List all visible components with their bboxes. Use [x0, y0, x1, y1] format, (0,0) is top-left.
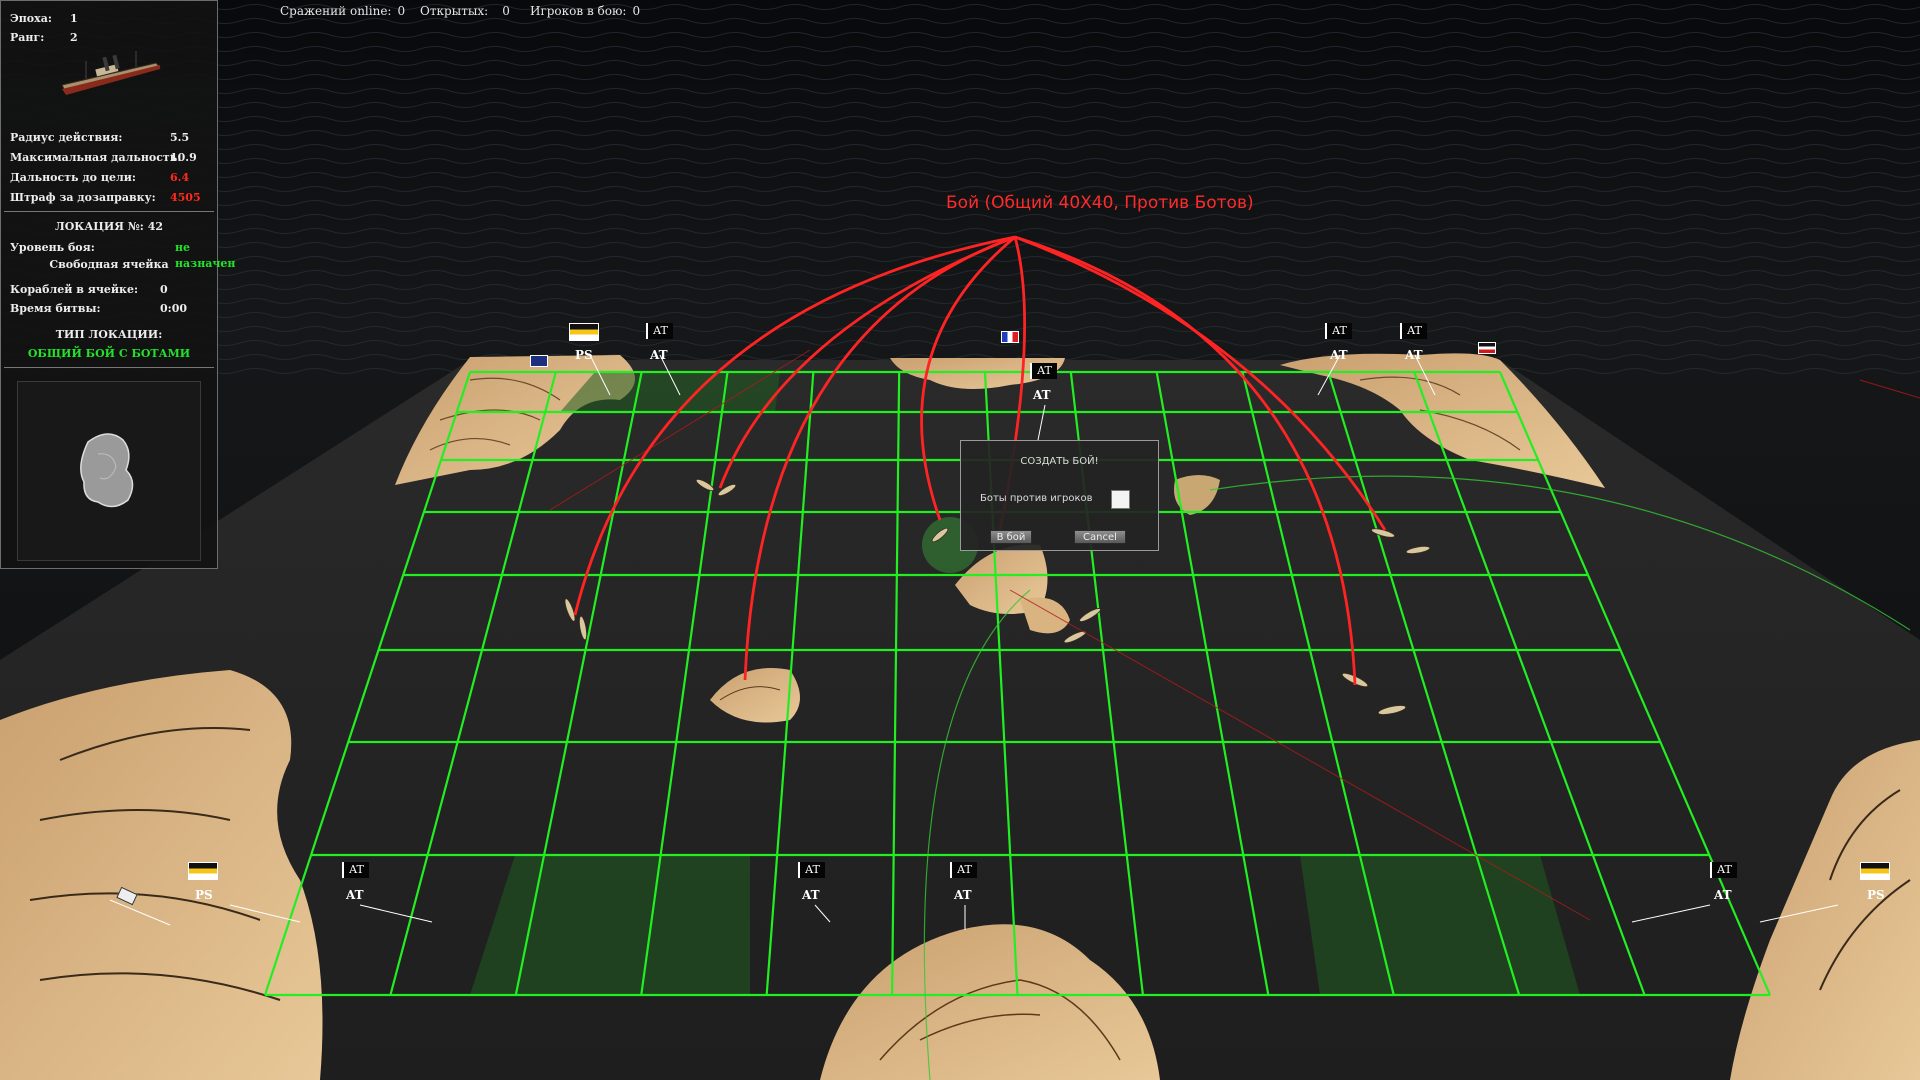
flag-germany-icon — [1478, 342, 1496, 354]
battles-online-value: 0 — [397, 4, 406, 18]
at-marker[interactable]: AT — [1405, 348, 1423, 362]
bots-vs-players-checkbox[interactable] — [1111, 490, 1130, 509]
divider — [4, 367, 214, 368]
bots-vs-players-label: Боты против игроков — [980, 493, 1093, 504]
island-minimap-icon — [80, 433, 134, 508]
battle-level-label: Уровень боя: — [10, 241, 95, 254]
penalty-row: Штраф за дозаправку: 4505 — [10, 190, 209, 206]
info-panel: Эпоха: 1 Ранг: 2 Радиус действия: 5.5 Ма… — [0, 0, 235, 569]
players-in-battle-label: Игроков в бою: — [530, 4, 627, 18]
cancel-button[interactable]: Cancel — [1074, 530, 1126, 544]
battles-online-stat: Сражений online: 0 — [280, 4, 405, 18]
ps-marker[interactable]: PS — [1867, 888, 1885, 902]
battle-level-row: Уровень боя: не назначен — [10, 240, 235, 270]
flag-russian-empire-icon — [188, 862, 218, 880]
location-label: ЛОКАЦИЯ №: — [55, 220, 144, 233]
max-range-value: 10.9 — [170, 151, 197, 164]
distance-value: 6.4 — [170, 171, 190, 184]
flag-uk-icon — [530, 355, 548, 367]
dialog-title: СОЗДАТЬ БОЙ! — [1020, 456, 1099, 467]
at-marker-box[interactable]: AT — [1325, 323, 1352, 339]
distance-label: Дальность до цели: — [10, 171, 136, 184]
location-value: 42 — [147, 220, 163, 233]
max-range-row: Максимальная дальность: 10.9 — [10, 150, 209, 166]
at-marker[interactable]: AT — [346, 888, 364, 902]
penalty-value: 4505 — [170, 191, 201, 204]
fight-button[interactable]: В бой — [990, 530, 1032, 544]
era-value: 1 — [70, 12, 78, 25]
open-battles-stat: Открытых: 0 — [420, 4, 510, 18]
penalty-label: Штраф за дозаправку: — [10, 191, 156, 204]
era-row: Эпоха: 1 — [10, 11, 209, 27]
at-marker-box[interactable]: AT — [1400, 323, 1427, 339]
flag-russian-empire-icon — [1860, 862, 1890, 880]
at-marker[interactable]: AT — [1330, 348, 1348, 362]
at-marker[interactable]: AT — [954, 888, 972, 902]
battle-route-label[interactable]: Бой (Общий 40Х40, Против Ботов) — [946, 193, 1254, 213]
location-number: ЛОКАЦИЯ №: 42 — [1, 220, 217, 233]
era-label: Эпоха: — [10, 12, 52, 25]
radius-row: Радиус действия: 5.5 — [10, 130, 209, 146]
radius-value: 5.5 — [170, 131, 190, 144]
at-marker-box[interactable]: AT — [798, 862, 825, 878]
minimap[interactable] — [17, 381, 201, 561]
time-label: Время битвы: — [10, 302, 101, 315]
ships-value: 0 — [160, 283, 168, 296]
ship-icon — [61, 51, 161, 95]
at-marker-box[interactable]: AT — [950, 862, 977, 878]
time-value: 0:00 — [160, 302, 188, 315]
flag-russian-empire-icon — [569, 323, 599, 341]
divider — [4, 211, 214, 212]
location-type-label: ТИП ЛОКАЦИИ: — [55, 328, 163, 341]
flag-france-icon — [1001, 331, 1019, 343]
at-marker[interactable]: AT — [1033, 388, 1051, 402]
players-in-battle-value: 0 — [632, 4, 641, 18]
at-marker-box[interactable]: AT — [1710, 862, 1737, 878]
create-battle-dialog[interactable]: СОЗДАТЬ БОЙ! Боты против игроков В бой C… — [960, 440, 1159, 551]
players-in-battle-stat: Игроков в бою: 0 — [530, 4, 640, 18]
open-battles-value: 0 — [502, 4, 510, 18]
radius-label: Радиус действия: — [10, 131, 123, 144]
at-marker-box[interactable]: AT — [646, 323, 673, 339]
rank-value: 2 — [70, 31, 78, 44]
max-range-label: Максимальная дальность: — [10, 151, 182, 164]
at-marker-box[interactable]: AT — [1030, 363, 1057, 379]
location-type-value: ОБЩИЙ БОЙ С БОТАМИ — [27, 347, 191, 360]
at-marker[interactable]: AT — [802, 888, 820, 902]
ps-marker[interactable]: PS — [575, 348, 593, 362]
open-battles-label: Открытых: — [420, 4, 489, 18]
ps-marker[interactable]: PS — [195, 888, 213, 902]
time-row: Время битвы: 0:00 — [10, 301, 209, 317]
cell-status: Свободная ячейка — [49, 258, 169, 271]
at-marker[interactable]: AT — [1714, 888, 1732, 902]
battles-online-label: Сражений online: — [280, 4, 392, 18]
rank-row: Ранг: 2 — [10, 30, 209, 46]
distance-row: Дальность до цели: 6.4 — [10, 170, 209, 186]
rank-label: Ранг: — [10, 31, 45, 44]
at-marker[interactable]: AT — [650, 348, 668, 362]
ships-row: Кораблей в ячейке: 0 — [10, 282, 209, 298]
ships-label: Кораблей в ячейке: — [10, 283, 139, 296]
at-marker-box[interactable]: AT — [342, 862, 369, 878]
